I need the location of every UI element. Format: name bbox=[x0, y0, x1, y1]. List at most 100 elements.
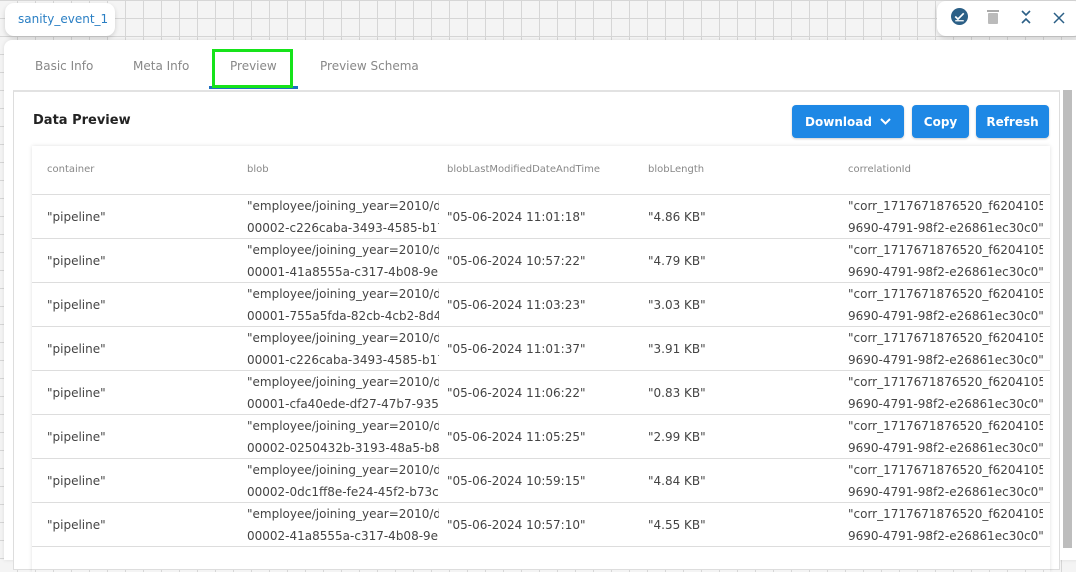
table-row[interactable]: "pipeline" "employee/joining_year=2010/de… bbox=[32, 239, 1050, 283]
table-cell: "05-06-2024 11:03:23" bbox=[447, 283, 637, 326]
cell-text: "3.91 KB" bbox=[648, 341, 706, 356]
cell-text: 9690-4791-98f2-e26861ec30c0" bbox=[848, 352, 1043, 367]
table-cell: "4.84 KB" bbox=[648, 459, 838, 502]
cell-text: "corr_1717671876520_f6204105 bbox=[848, 286, 1043, 301]
cell-text: 00002-c226caba-3493-4585-b17 bbox=[247, 220, 439, 235]
table-cell: "pipeline" bbox=[47, 327, 237, 370]
cell-text: "pipeline" bbox=[47, 385, 106, 400]
cell-text: "employee/joining_year=2010/dep bbox=[247, 242, 439, 257]
chevron-down-icon bbox=[880, 117, 891, 125]
scrollbar[interactable] bbox=[1063, 90, 1072, 548]
section-title: Data Preview bbox=[33, 113, 131, 128]
cell-text: 9690-4791-98f2-e26861ec30c0" bbox=[848, 396, 1043, 411]
table-row[interactable]: "pipeline" "employee/joining_year=2010/de… bbox=[32, 371, 1050, 415]
cell-text: 00001-755a5fda-82cb-4cb2-8d4 bbox=[247, 308, 439, 323]
table-cell: "corr_1717671876520_f6204105 9690-4791-98… bbox=[848, 503, 1043, 546]
cell-text: 9690-4791-98f2-e26861ec30c0" bbox=[848, 484, 1043, 499]
table-cell: "3.03 KB" bbox=[648, 283, 838, 326]
cell-text: "2.99 KB" bbox=[648, 429, 706, 444]
table-row[interactable]: "pipeline" "employee/joining_year=2010/de… bbox=[32, 459, 1050, 503]
table-cell: "employee/joining_year=2010/dep 00002-0dc… bbox=[247, 459, 439, 502]
cell-text: 00001-41a8555a-c317-4b08-9e bbox=[247, 264, 439, 279]
cell-text: "employee/joining_year=2010/dep bbox=[247, 462, 439, 477]
table-cell: "0.83 KB" bbox=[648, 371, 838, 414]
cell-text: 9690-4791-98f2-e26861ec30c0" bbox=[848, 220, 1043, 235]
table-cell: "2.99 KB" bbox=[648, 415, 838, 458]
tab-bar: Basic Info Meta Info Preview Preview Sch… bbox=[4, 40, 1076, 90]
table-header: container blob blobLastModifiedDateAndTi… bbox=[32, 146, 1050, 195]
table-row[interactable]: "pipeline" "employee/joining_year=2010/de… bbox=[32, 415, 1050, 459]
cell-text: "05-06-2024 10:57:10" bbox=[447, 517, 586, 532]
tab-preview-schema[interactable]: Preview Schema bbox=[320, 59, 419, 73]
table-cell: "employee/joining_year=2010/dep 00001-755… bbox=[247, 283, 439, 326]
collapse-icon[interactable] bbox=[1009, 9, 1042, 28]
trash-icon[interactable] bbox=[976, 9, 1009, 28]
column-header[interactable]: blobLastModifiedDateAndTime bbox=[447, 146, 637, 194]
data-table: container blob blobLastModifiedDateAndTi… bbox=[32, 146, 1050, 572]
table-cell: "05-06-2024 10:59:15" bbox=[447, 459, 637, 502]
close-icon[interactable] bbox=[1042, 10, 1075, 28]
copy-button[interactable]: Copy bbox=[912, 105, 969, 138]
table-cell: "corr_1717671876520_f6204105 9690-4791-98… bbox=[848, 415, 1043, 458]
tab-basic-info[interactable]: Basic Info bbox=[35, 59, 93, 73]
cell-text: "05-06-2024 11:05:25" bbox=[447, 429, 586, 444]
table-cell: "pipeline" bbox=[47, 415, 237, 458]
table-cell: "employee/joining_year=2010/dep 00001-c22… bbox=[247, 327, 439, 370]
download-label: Download bbox=[805, 114, 872, 129]
table-cell: "employee/joining_year=2010/dep 00002-025… bbox=[247, 415, 439, 458]
table-cell: "05-06-2024 11:01:18" bbox=[447, 195, 637, 238]
cell-text: "employee/joining_year=2010/dep bbox=[247, 506, 439, 521]
cell-text: "4.79 KB" bbox=[648, 253, 706, 268]
table-cell: "corr_1717671876520_f6204105 9690-4791-98… bbox=[848, 195, 1043, 238]
cell-text: "4.84 KB" bbox=[648, 473, 706, 488]
table-row[interactable]: "pipeline" "employee/joining_year=2010/de… bbox=[32, 327, 1050, 371]
cell-text: "pipeline" bbox=[47, 429, 106, 444]
cell-text: "corr_1717671876520_f6204105 bbox=[848, 462, 1043, 477]
cell-text: "05-06-2024 11:06:22" bbox=[447, 385, 586, 400]
table-cell: "pipeline" bbox=[47, 459, 237, 502]
cell-text: 00002-41a8555a-c317-4b08-9e bbox=[247, 528, 439, 543]
table-row[interactable]: "pipeline" "employee/joining_year=2010/de… bbox=[32, 195, 1050, 239]
cell-text: "05-06-2024 11:01:18" bbox=[447, 209, 586, 224]
cell-text: 9690-4791-98f2-e26861ec30c0" bbox=[848, 528, 1043, 543]
cell-text: "05-06-2024 10:59:15" bbox=[447, 473, 586, 488]
cell-text: 00001-cfa40ede-df27-47b7-935 bbox=[247, 396, 439, 411]
table-cell: "corr_1717671876520_f6204105 9690-4791-98… bbox=[848, 327, 1043, 370]
node-toolbar bbox=[937, 1, 1076, 36]
cell-text: "4.55 KB" bbox=[648, 517, 706, 532]
column-header[interactable]: blobLength bbox=[648, 146, 838, 194]
check-circle-icon[interactable] bbox=[943, 8, 976, 29]
table-row[interactable]: "pipeline" "employee/joining_year=2010/de… bbox=[32, 283, 1050, 327]
table-cell: "3.91 KB" bbox=[648, 327, 838, 370]
table-cell: "corr_1717671876520_f6204105 9690-4791-98… bbox=[848, 239, 1043, 282]
table-row[interactable]: "pipeline" "employee/joining_year=2010/de… bbox=[32, 503, 1050, 547]
table-cell: "employee/joining_year=2010/dep 00001-41a… bbox=[247, 239, 439, 282]
column-header[interactable]: correlationId bbox=[848, 146, 1043, 194]
highlight-box bbox=[212, 49, 293, 88]
cell-text: "3.03 KB" bbox=[648, 297, 706, 312]
cell-text: "employee/joining_year=2010/dep bbox=[247, 286, 439, 301]
node-panel: Basic Info Meta Info Preview Preview Sch… bbox=[4, 40, 1076, 570]
column-header[interactable]: container bbox=[47, 146, 237, 194]
refresh-button[interactable]: Refresh bbox=[976, 105, 1049, 138]
table-cell: "employee/joining_year=2010/dep 00002-c22… bbox=[247, 195, 439, 238]
table-cell: "4.79 KB" bbox=[648, 239, 838, 282]
download-button[interactable]: Download bbox=[792, 105, 904, 138]
cell-text: "4.86 KB" bbox=[648, 209, 706, 224]
tab-meta-info[interactable]: Meta Info bbox=[133, 59, 189, 73]
cell-text: "pipeline" bbox=[47, 253, 106, 268]
cell-text: 9690-4791-98f2-e26861ec30c0" bbox=[848, 308, 1043, 323]
node-label[interactable]: sanity_event_1 bbox=[5, 3, 115, 36]
table-cell: "pipeline" bbox=[47, 195, 237, 238]
cell-text: "employee/joining_year=2010/dep bbox=[247, 374, 439, 389]
table-cell: "4.55 KB" bbox=[648, 503, 838, 546]
cell-text: "pipeline" bbox=[47, 341, 106, 356]
cell-text: 00002-0dc1ff8e-fe24-45f2-b73c bbox=[247, 484, 439, 499]
column-header[interactable]: blob bbox=[247, 146, 437, 194]
table-cell: "05-06-2024 11:01:37" bbox=[447, 327, 637, 370]
cell-text: "05-06-2024 11:03:23" bbox=[447, 297, 586, 312]
table-cell: "corr_1717671876520_f6204105 9690-4791-98… bbox=[848, 283, 1043, 326]
table-cell: "pipeline" bbox=[47, 371, 237, 414]
cell-text: "pipeline" bbox=[47, 517, 106, 532]
cell-text: "0.83 KB" bbox=[648, 385, 706, 400]
